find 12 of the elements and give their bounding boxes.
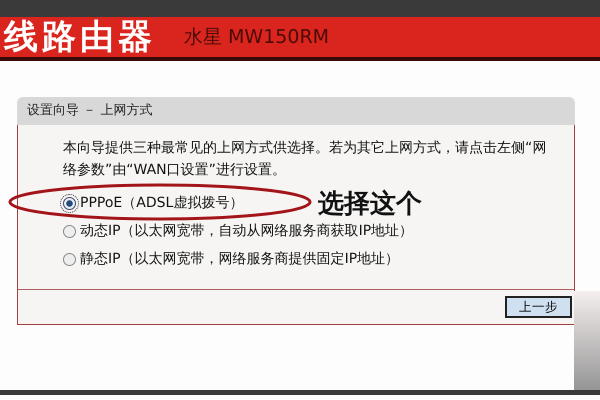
radio-button[interactable]: [63, 196, 76, 210]
intro-text: 本向导提供三种最常见的上网方式供选择。若为其它上网方式，请点击左侧“网 络参数”由“WAN口设置”进行设置。: [63, 139, 548, 180]
option-label: 静态IP（以太网宽带，网络服务商提供固定IP地址）: [80, 250, 400, 268]
panel-title: 设置向导 － 上网方式: [17, 97, 575, 125]
product-title: 线路由器: [4, 20, 156, 54]
annotation-text: 选择这个: [318, 191, 422, 217]
option-label: PPPoE（ADSL虚拟拨号）: [80, 194, 244, 212]
model-name: 水星 MW150RM: [184, 28, 330, 46]
back-button[interactable]: 上一步: [505, 296, 572, 318]
radio-button[interactable]: [63, 224, 76, 238]
radio-button[interactable]: [63, 252, 76, 266]
option-label: 动态IP（以太网宽带，自动从网络服务商获取IP地址）: [80, 222, 414, 240]
